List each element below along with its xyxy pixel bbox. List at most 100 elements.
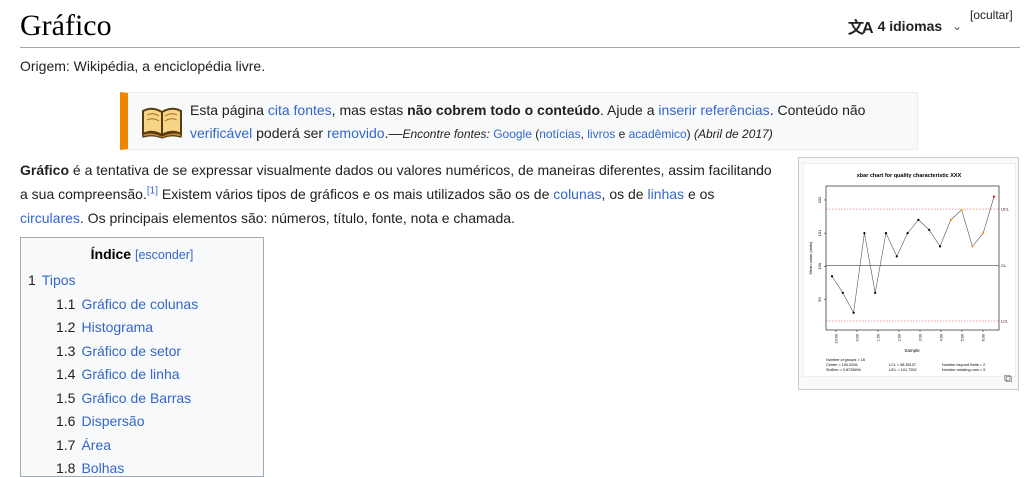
- y-tick-label: 102: [817, 196, 822, 203]
- stats-beyond: Number beyond limits = 2: [942, 363, 985, 367]
- toc-item[interactable]: 1.1 Gráfico de colunas: [56, 296, 198, 312]
- toc-item-number: 1.6: [56, 413, 76, 429]
- toc-item[interactable]: 1.7 Área: [56, 437, 111, 453]
- toc-title: Índice: [90, 246, 132, 262]
- toc-item-link[interactable]: Bolhas: [81, 460, 124, 476]
- stats-ucl: UCL = 101.7252: [889, 368, 917, 372]
- news-link[interactable]: notícias: [539, 127, 580, 141]
- data-point: [863, 232, 866, 235]
- page-title: Gráfico: [20, 9, 112, 42]
- stats-groups: Number of groups = 16: [826, 358, 865, 362]
- data-point: [982, 232, 985, 235]
- circular-link[interactable]: circulares: [20, 210, 80, 226]
- language-selector[interactable]: 文A 4 idiomas ⌄: [848, 14, 962, 38]
- data-point: [992, 195, 996, 198]
- ucl-label: UCL: [1001, 207, 1010, 212]
- data-point: [960, 208, 963, 212]
- toc-item-link[interactable]: Gráfico de Barras: [81, 390, 191, 406]
- lines-link[interactable]: linhas: [647, 186, 684, 202]
- x-tick-label: 1:00: [877, 334, 881, 341]
- chart-thumbnail[interactable]: xbar chart for quality characteristic XX…: [798, 157, 1019, 390]
- toc-hide-link[interactable]: [esconder]: [135, 248, 193, 262]
- notice-date: (Abril de 2017): [694, 127, 773, 141]
- intro-paragraph: Gráfico é a tentativa de se expressar vi…: [20, 162, 772, 226]
- stats-center: Center = 100.0206: [826, 363, 858, 367]
- site-origin: Origem: Wikipédia, a enciclopédia livre.: [20, 58, 266, 74]
- hide-languages-link[interactable]: [ocultar]: [970, 8, 1013, 22]
- toc-item-number: 1.5: [56, 389, 76, 406]
- toc-item-number: 1.1: [56, 295, 76, 312]
- language-count: 4 idiomas: [877, 18, 943, 34]
- book-icon: [142, 107, 182, 139]
- chart-title: xbar chart for quality characteristic XX…: [857, 173, 962, 179]
- columns-link[interactable]: colunas: [553, 186, 601, 202]
- data-point: [938, 245, 942, 248]
- toc-item-link[interactable]: Área: [81, 437, 111, 453]
- insert-references-link[interactable]: inserir referências: [658, 102, 769, 118]
- data-point: [895, 255, 898, 258]
- verifiable-link[interactable]: verificável: [190, 125, 252, 141]
- toc-item-link[interactable]: Histograma: [81, 319, 153, 335]
- data-point: [971, 245, 974, 248]
- books-link[interactable]: livros: [587, 127, 615, 141]
- cl-label: CL: [1001, 263, 1007, 268]
- cites-sources-link[interactable]: cita fontes: [268, 102, 332, 118]
- removed-link[interactable]: removido: [327, 125, 385, 141]
- toc-item-link[interactable]: Gráfico de linha: [81, 366, 179, 382]
- lcl-label: LCL: [1001, 318, 1009, 323]
- toc-item-link[interactable]: Tipos: [42, 272, 76, 288]
- reference-1-link[interactable]: [1]: [147, 185, 158, 196]
- toc-item-number: 1.4: [56, 366, 76, 382]
- toc-item-link[interactable]: Dispersão: [81, 413, 144, 429]
- stats-runs: Number violating runs = 5: [942, 368, 985, 372]
- y-axis-label: Mean value (units): [808, 241, 813, 275]
- toc-item-number: 1.8: [56, 460, 76, 476]
- y-tick-label: 101: [817, 229, 822, 236]
- notice-text: Esta página cita fontes, mas estas não c…: [190, 102, 866, 141]
- toc-item-number: 1: [28, 272, 36, 288]
- data-point: [841, 291, 844, 294]
- title-divider: [20, 47, 1020, 48]
- google-link[interactable]: Google: [493, 127, 532, 141]
- data-point: [874, 291, 877, 294]
- data-point: [949, 218, 952, 221]
- y-tick-label: 100: [817, 262, 822, 269]
- data-point: [830, 275, 834, 278]
- data-point: [906, 232, 909, 235]
- toc-item-number: 1.7: [56, 436, 76, 453]
- plot-frame: [825, 185, 1000, 331]
- toc-item-link[interactable]: Gráfico de setor: [81, 343, 181, 359]
- x-tick-label: 4:00: [940, 334, 944, 341]
- stats-stddev: StdDev = 0.8725694: [826, 368, 861, 372]
- data-point: [884, 232, 888, 235]
- table-of-contents: Índice [esconder] 1 Tipos 1.1 Gráfico de co…: [20, 237, 264, 477]
- x-tick-label: 3:00: [919, 334, 923, 341]
- data-point: [852, 311, 855, 314]
- toc-item[interactable]: 1.6 Dispersão: [56, 413, 145, 429]
- enlarge-icon[interactable]: ⧉: [1004, 373, 1012, 386]
- chevron-down-icon: ⌄: [952, 19, 963, 33]
- x-tick-label: 0:00: [856, 334, 860, 341]
- data-point: [917, 218, 920, 221]
- x-axis-label: Sample: [904, 348, 920, 353]
- xbar-chart-image[interactable]: xbar chart for quality characteristic XX…: [803, 163, 1016, 377]
- toc-item[interactable]: 1 Tipos: [28, 272, 76, 288]
- sources-notice-box: Esta página cita fontes, mas estas não c…: [120, 92, 918, 150]
- x-tick-label: 2:00: [898, 334, 902, 341]
- toc-item[interactable]: 1.2 Histograma: [56, 319, 153, 335]
- toc-item-link[interactable]: Gráfico de colunas: [81, 296, 198, 312]
- data-point: [928, 228, 931, 231]
- x-tick-label: 6:00: [982, 334, 986, 341]
- toc-item[interactable]: 1.5 Gráfico de Barras: [56, 390, 191, 406]
- toc-item[interactable]: 1.3 Gráfico de setor: [56, 343, 181, 359]
- x-tick-label: 23:00: [835, 334, 839, 344]
- toc-item[interactable]: 1.8 Bolhas: [56, 460, 124, 476]
- y-tick-label: 99: [817, 296, 822, 301]
- toc-item[interactable]: 1.4 Gráfico de linha: [56, 366, 180, 382]
- academic-link[interactable]: acadêmico: [629, 127, 687, 141]
- toc-header: Índice [esconder]: [21, 238, 263, 262]
- stats-lcl: LCL = 98.35137: [889, 363, 916, 367]
- xbar-chart: xbar chart for quality characteristic XX…: [808, 173, 1010, 372]
- x-tick-label: 5:00: [961, 334, 965, 341]
- toc-item-number: 1.3: [56, 342, 76, 359]
